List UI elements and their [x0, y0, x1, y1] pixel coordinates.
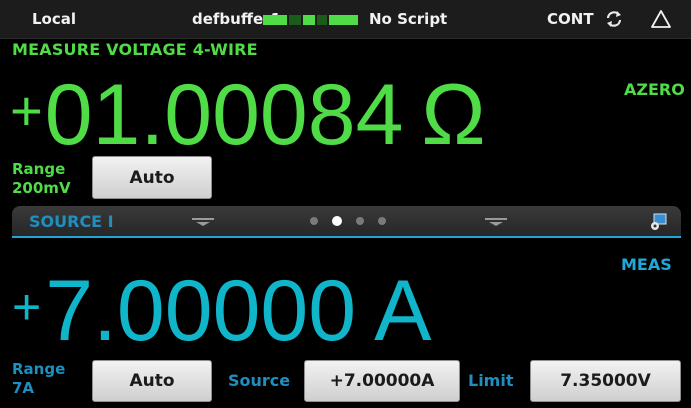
page-indicator: [310, 216, 390, 227]
front-panel-screen: Local defbuffer1 No Script CONT MEASURE …: [0, 0, 691, 408]
script-status[interactable]: No Script: [369, 10, 447, 28]
status-bar: Local defbuffer1 No Script CONT: [0, 0, 691, 39]
source-range-button[interactable]: Auto: [92, 360, 212, 402]
azero-indicator: AZERO: [624, 80, 685, 99]
source-unit: A: [374, 263, 432, 359]
source-level-label: Source: [228, 371, 291, 390]
source-sign: +: [12, 279, 42, 335]
meas-indicator: MEAS: [621, 255, 672, 274]
measure-range-value: 200mV: [12, 179, 71, 197]
swipe-handle-icon[interactable]: [485, 218, 507, 226]
measure-reading[interactable]: +01.00084 Ω: [10, 66, 486, 165]
buffer-seg-4: [317, 15, 327, 25]
limit-label: Limit: [468, 371, 514, 390]
source-reading[interactable]: +7.00000 A: [12, 262, 431, 361]
swipe-title: SOURCE I: [29, 212, 114, 231]
page-dot: [356, 217, 364, 225]
measure-unit: Ω: [421, 67, 486, 163]
refresh-icon[interactable]: [604, 9, 624, 29]
buffer-fill-indicator[interactable]: [263, 15, 358, 25]
limit-button[interactable]: 7.35000V: [530, 360, 681, 402]
page-dot: [378, 217, 386, 225]
measure-value: 01.00084: [44, 67, 404, 163]
measure-range-button[interactable]: Auto: [92, 156, 212, 199]
buffer-seg-1: [263, 15, 287, 25]
page-dot: [310, 217, 318, 225]
buffer-seg-2: [289, 15, 301, 25]
trigger-mode[interactable]: CONT: [547, 10, 594, 28]
buffer-seg-5: [329, 15, 358, 25]
settings-icon[interactable]: [648, 212, 668, 232]
buffer-seg-3: [303, 15, 315, 25]
page-dot-active: [332, 216, 342, 226]
measure-range-label: Range 200mV: [12, 160, 71, 198]
source-range-label: Range 7A: [12, 360, 65, 398]
swipe-screen-header[interactable]: SOURCE I: [12, 206, 681, 236]
source-level-button[interactable]: +7.00000A: [304, 360, 460, 402]
alarm-icon[interactable]: [650, 8, 672, 30]
remote-status[interactable]: Local: [32, 10, 76, 28]
source-value: 7.00000: [45, 263, 357, 359]
measure-range-title: Range: [12, 160, 66, 178]
source-range-title: Range: [12, 360, 66, 378]
measure-function-label[interactable]: MEASURE VOLTAGE 4-WIRE: [12, 40, 258, 59]
swipe-handle-icon[interactable]: [192, 218, 214, 226]
measure-sign: +: [10, 79, 43, 142]
source-range-value: 7A: [12, 379, 35, 397]
